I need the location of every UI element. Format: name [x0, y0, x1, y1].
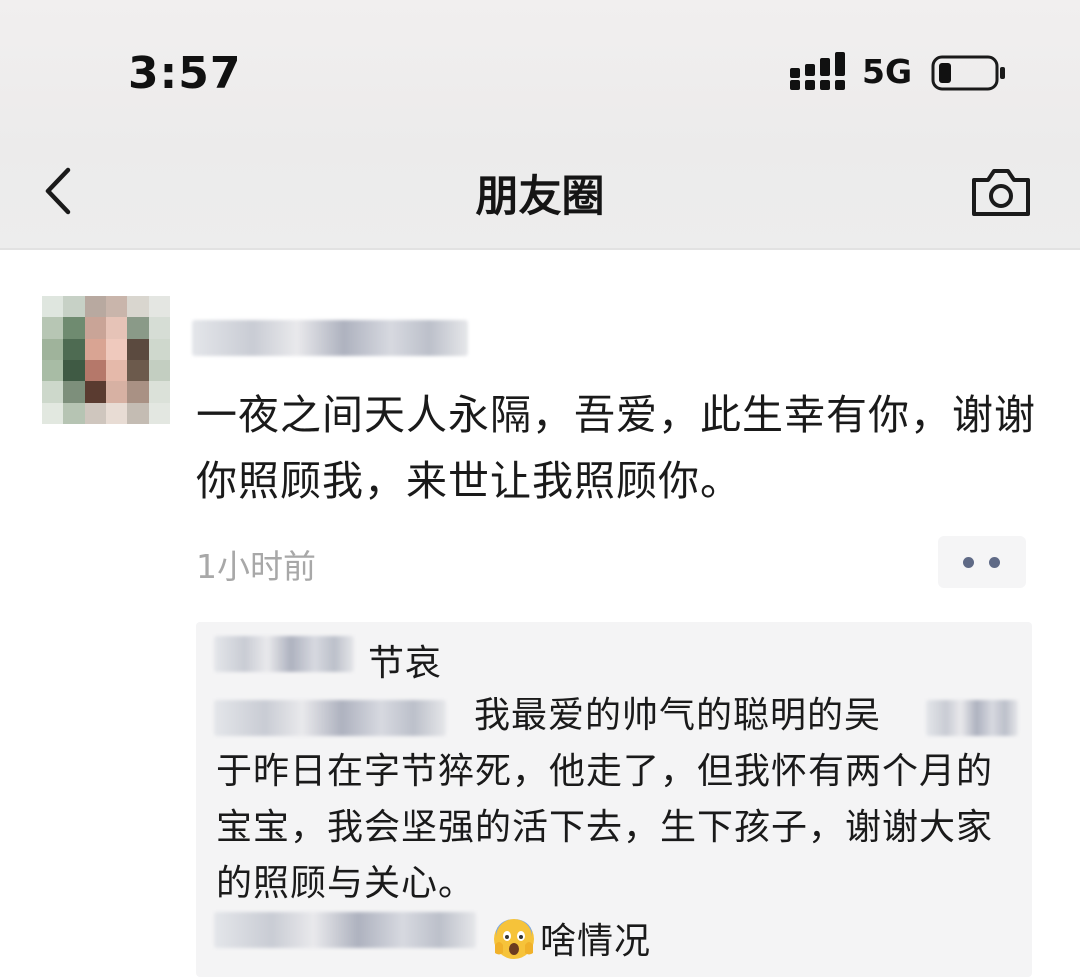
camera-icon[interactable]	[970, 166, 1032, 218]
comment-list: 节哀 我最爱的帅气的聪明的吴 于昨日在字节猝死，他走了，但我怀有两个月的宝宝，我…	[196, 622, 1032, 977]
page-title: 朋友圈	[475, 172, 605, 222]
comment-text: 节哀	[368, 643, 443, 684]
comment-text: 啥情况	[492, 912, 651, 964]
signal-strength-icon	[790, 52, 845, 90]
commenter-name-redacted[interactable]	[214, 636, 354, 672]
more-dots-icon[interactable]	[938, 536, 1026, 588]
commenter-name-redacted[interactable]	[214, 912, 476, 948]
post-text: 一夜之间天人永隔，吾爱，此生幸有你，谢谢你照顾我，来世让我照顾你。	[196, 391, 1036, 505]
network-type: 5G	[862, 52, 913, 91]
screaming-face-emoji	[494, 919, 534, 959]
comment-body: 啥情况	[540, 921, 652, 962]
battery-icon	[931, 55, 1005, 91]
avatar[interactable]	[42, 296, 170, 424]
top-bar: 3:57 5G 朋友圈	[0, 0, 1080, 250]
post-timestamp: 1小时前	[196, 547, 316, 586]
comment-body: 我最爱的帅气的聪明的吴 于昨日在字节猝死，他走了，但我怀有两个月的宝宝，我会坚强…	[216, 695, 994, 904]
username-redacted[interactable]	[192, 320, 468, 356]
status-time: 3:57	[128, 48, 242, 99]
comment-text: 我最爱的帅气的聪明的吴 于昨日在字节猝死，他走了，但我怀有两个月的宝宝，我会坚强…	[216, 688, 1016, 912]
